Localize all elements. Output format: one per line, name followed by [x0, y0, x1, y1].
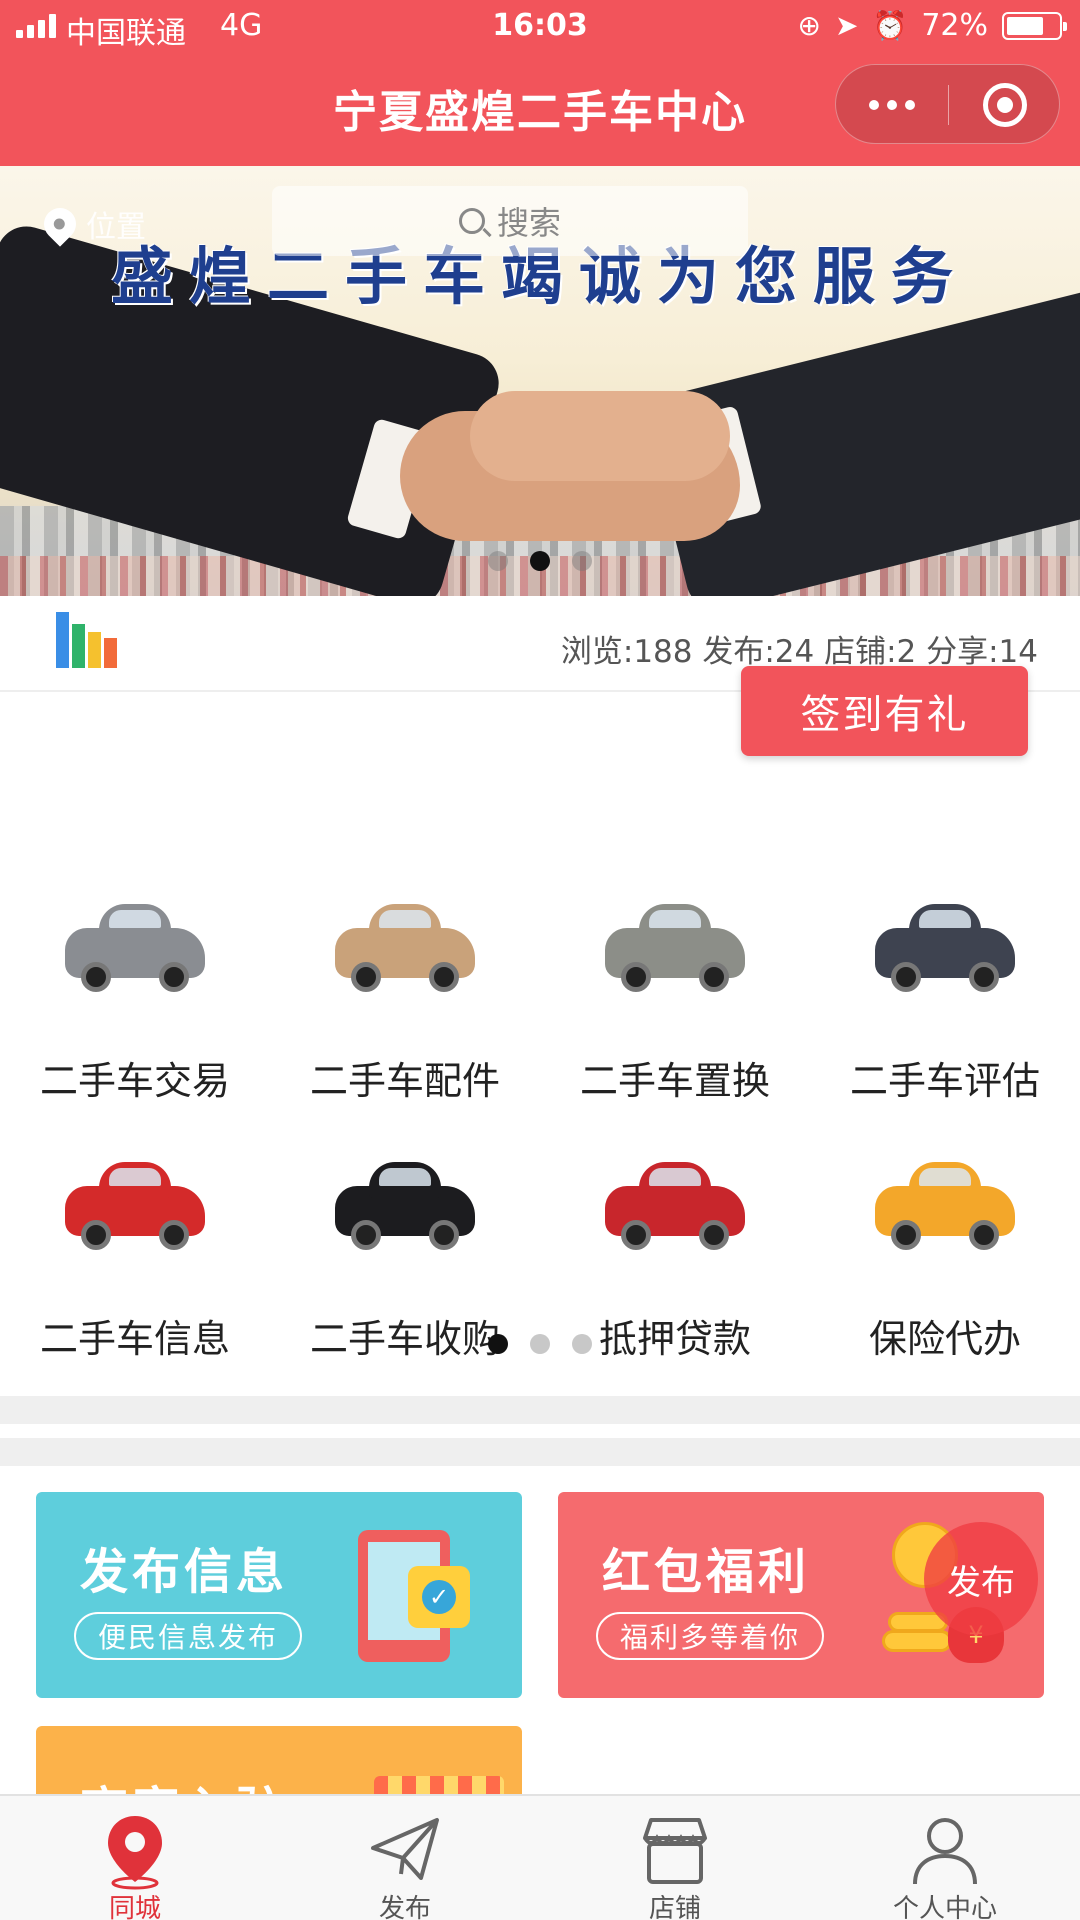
stat-bar [88, 632, 101, 668]
battery-percent: 72% [921, 8, 988, 43]
search-bar[interactable]: 搜索 [272, 186, 748, 256]
location-pin-icon [95, 1810, 175, 1890]
check-icon: ✓ [422, 1580, 456, 1614]
car-icon [605, 1156, 745, 1256]
red-packet-title: 红包福利 [602, 1544, 811, 1600]
category-label: 二手车交易 [39, 1059, 230, 1103]
section-divider [0, 1396, 1080, 1424]
check-badge-icon: ✓ [408, 1566, 470, 1628]
coin-stack-icon [882, 1630, 952, 1652]
alarm-icon: ⏰ [872, 9, 908, 42]
red-packet-subtitle: 福利多等着你 [596, 1612, 825, 1660]
location-label: 位置 [86, 210, 146, 245]
banner-carousel[interactable]: 盛煌二手车竭诚为您服务 位置 搜索 [0, 166, 1080, 596]
car-icon [335, 1156, 475, 1256]
tab-label: 个人中心 [892, 1894, 997, 1920]
stat-bar [104, 638, 117, 668]
category-grid: 二手车交易 二手车配件 二手车置换 二手车评估 二手车信息 二手车收购 抵押贷款 保险代办 [0, 880, 1080, 1370]
tab-2[interactable]: 发布 [270, 1796, 540, 1920]
tab-4[interactable]: 个人中心 [810, 1796, 1080, 1920]
bar-chart-icon [56, 612, 117, 668]
miniprogram-capsule [835, 64, 1060, 144]
page: 中国联通 4G 16:03 ⊕ ➤ ⏰ 72% 宁夏盛煌二手车中心 盛煌二手车竭… [0, 0, 1080, 1920]
battery-fill [1007, 16, 1043, 35]
category-item[interactable]: 二手车配件 [270, 880, 540, 1110]
tab-label: 发布 [378, 1894, 431, 1920]
tab-label: 同城 [108, 1894, 161, 1920]
checkin-button[interactable]: 签到有礼 [741, 666, 1028, 756]
target-circle-icon [982, 83, 1027, 127]
location-selector[interactable]: 位置 [37, 201, 146, 247]
publish-card-title: 发布信息 [80, 1544, 289, 1600]
section-divider [0, 1438, 1080, 1466]
location-pin-icon [37, 201, 83, 247]
category-page-dot [572, 1334, 592, 1354]
publish-card-subtitle: 便民信息发布 [74, 1612, 303, 1660]
car-icon [875, 1156, 1015, 1256]
store-icon [635, 1810, 715, 1890]
location-arrow-icon: ➤ [834, 9, 859, 42]
handshake-hand [470, 391, 730, 481]
stat-bar [56, 612, 69, 668]
rotation-lock-icon: ⊕ [797, 9, 821, 42]
category-item[interactable]: 二手车交易 [0, 880, 270, 1110]
battery-icon [1002, 11, 1067, 40]
category-label: 二手车配件 [309, 1059, 500, 1103]
more-menu-button[interactable] [836, 65, 948, 145]
banner-page-dot [488, 551, 508, 571]
user-icon [905, 1810, 985, 1890]
category-label: 二手车置换 [579, 1059, 770, 1103]
paper-plane-icon [365, 1810, 445, 1890]
category-pager [0, 1334, 1080, 1354]
tab-label: 店铺 [648, 1894, 701, 1920]
top-bar: 中国联通 4G 16:03 ⊕ ➤ ⏰ 72% 宁夏盛煌二手车中心 [0, 0, 1080, 166]
category-item[interactable]: 二手车评估 [810, 880, 1080, 1110]
status-right: ⊕ ➤ ⏰ 72% [797, 8, 1067, 43]
banner-page-dot [530, 551, 550, 571]
tab-3[interactable]: 店铺 [540, 1796, 810, 1920]
status-bar: 中国联通 4G 16:03 ⊕ ➤ ⏰ 72% [0, 0, 1080, 54]
banner-page-dot [572, 551, 592, 571]
car-icon [335, 898, 475, 998]
bottom-tab-bar: 同城 发布 店铺 个人中心 [0, 1794, 1080, 1920]
category-label: 二手车评估 [849, 1059, 1040, 1103]
publish-info-card[interactable]: 发布信息 便民信息发布 ✓ [36, 1492, 522, 1698]
car-icon [65, 1156, 205, 1256]
tab-1[interactable]: 同城 [0, 1796, 270, 1920]
category-page-dot [488, 1334, 508, 1354]
phone-icon: ✓ [358, 1530, 470, 1662]
stats-text: 浏览:188 发布:24 店铺:2 分享:14 [560, 634, 1038, 670]
more-dot-icon [905, 100, 915, 110]
more-dot-icon [887, 100, 897, 110]
publish-fab-button[interactable]: 发布 [924, 1522, 1038, 1636]
search-placeholder: 搜索 [496, 204, 561, 242]
banner-pager [0, 551, 1080, 571]
category-page-dot [530, 1334, 550, 1354]
more-dot-icon [869, 100, 879, 110]
category-item[interactable]: 二手车置换 [540, 880, 810, 1110]
stat-bar [72, 624, 85, 668]
search-icon [458, 208, 485, 234]
car-icon [605, 898, 745, 998]
car-icon [875, 898, 1015, 998]
car-icon [65, 898, 205, 998]
close-miniprogram-button[interactable] [948, 65, 1061, 145]
